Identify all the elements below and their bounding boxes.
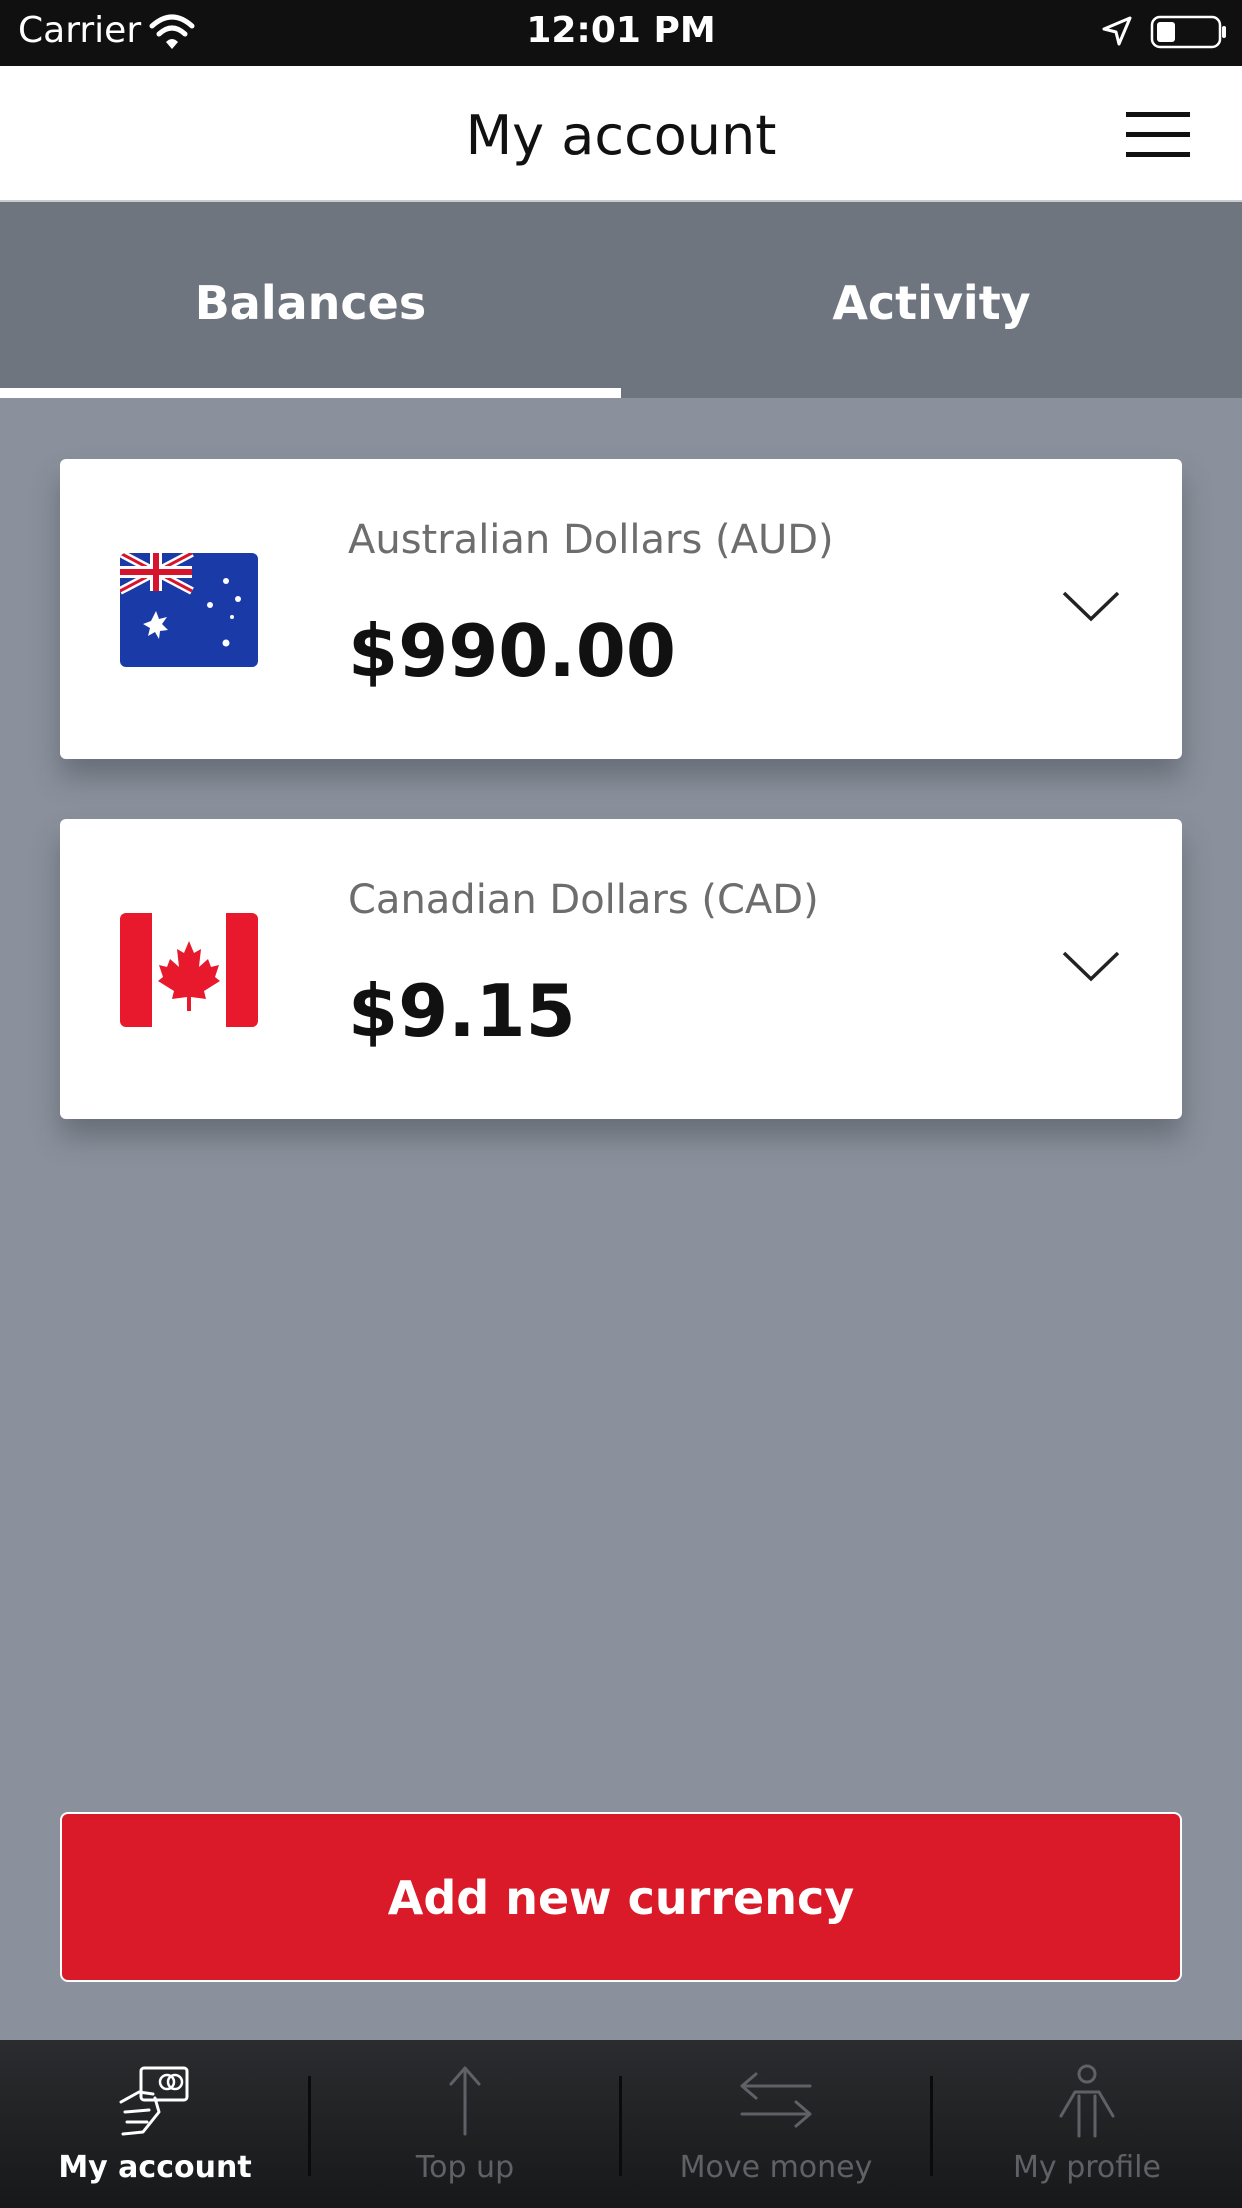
active-tab-indicator xyxy=(0,388,621,398)
tab-move-money[interactable]: Move money xyxy=(621,2040,931,2208)
tab-balances[interactable]: Balances xyxy=(0,202,621,398)
chevron-down-icon[interactable] xyxy=(1062,949,1120,985)
balance-amount: $990.00 xyxy=(348,609,676,693)
tab-move-money-label: Move money xyxy=(679,2150,873,2185)
currency-name: Canadian Dollars (CAD) xyxy=(348,877,819,923)
tab-top-up-label: Top up xyxy=(415,2150,515,2185)
page-title: My account xyxy=(465,104,777,167)
tab-my-account-label: My account xyxy=(58,2150,252,2185)
hamburger-menu-icon[interactable] xyxy=(1126,112,1190,158)
currency-name: Australian Dollars (AUD) xyxy=(348,517,834,563)
tab-my-profile[interactable]: My profile xyxy=(932,2040,1242,2208)
tab-my-account[interactable]: My account xyxy=(0,2040,310,2208)
arrow-up-icon xyxy=(449,2066,481,2136)
tab-balances-label: Balances xyxy=(194,276,427,330)
tab-activity[interactable]: Activity xyxy=(621,202,1242,398)
status-time: 12:01 PM xyxy=(526,10,716,51)
canada-flag-icon xyxy=(120,913,258,1027)
battery-icon xyxy=(1150,15,1226,49)
chevron-down-icon[interactable] xyxy=(1062,589,1120,625)
tab-activity-label: Activity xyxy=(832,276,1031,330)
segment-tabs: Balances Activity xyxy=(0,202,1242,398)
person-icon xyxy=(1059,2064,1115,2138)
balance-card-cad[interactable]: Canadian Dollars (CAD) $9.15 xyxy=(60,819,1182,1119)
balance-amount: $9.15 xyxy=(348,969,576,1053)
bottom-tab-bar: My account Top up Move money My profile xyxy=(0,2040,1242,2208)
location-arrow-icon xyxy=(1102,16,1132,46)
australia-flag-icon xyxy=(120,553,258,667)
balance-card-aud[interactable]: Australian Dollars (AUD) $990.00 xyxy=(60,459,1182,759)
status-bar: Carrier 12:01 PM xyxy=(0,0,1242,66)
tab-top-up[interactable]: Top up xyxy=(310,2040,620,2208)
hand-card-icon xyxy=(119,2066,189,2136)
tab-my-profile-label: My profile xyxy=(1013,2150,1161,2185)
add-new-currency-button[interactable]: Add new currency xyxy=(60,1812,1182,1982)
transfer-arrows-icon xyxy=(740,2072,812,2128)
nav-bar: My account xyxy=(0,66,1242,202)
